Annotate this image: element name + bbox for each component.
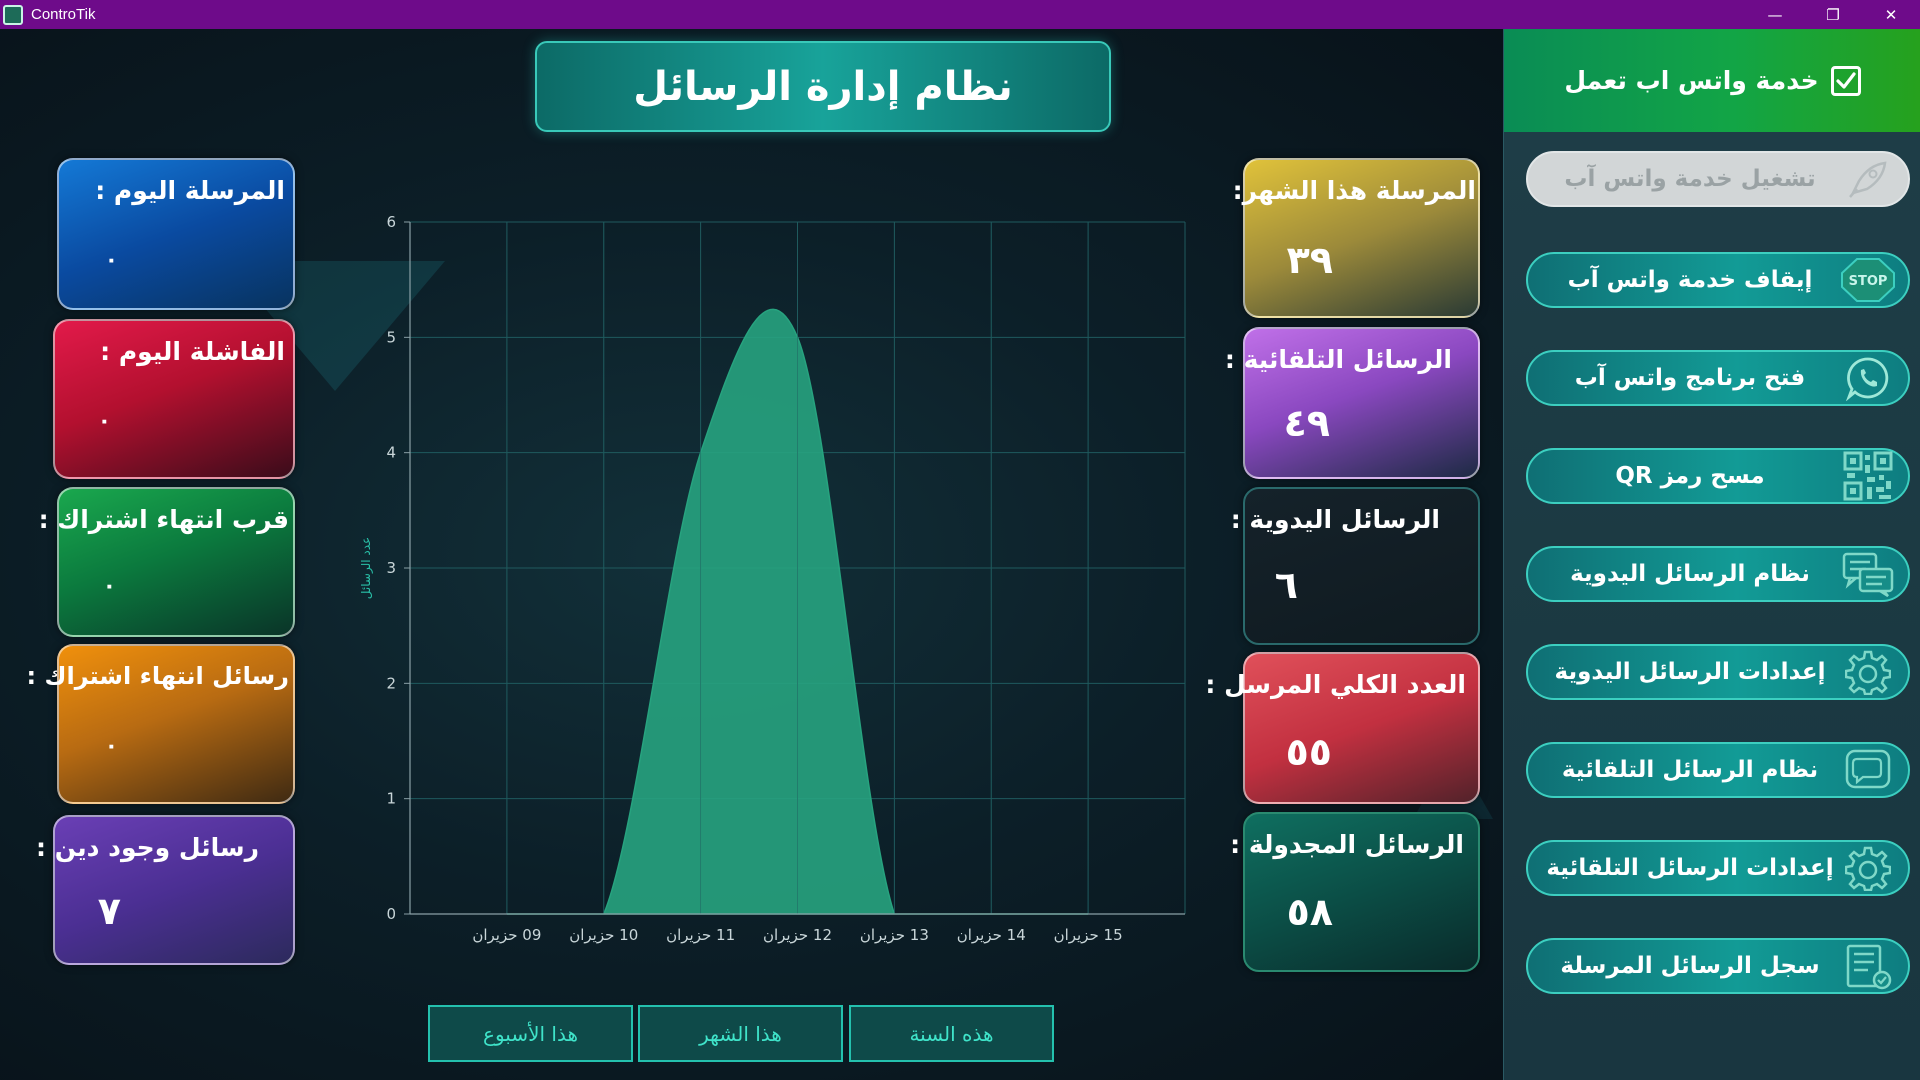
check-icon: [1836, 71, 1856, 89]
stop-icon: STOP: [1834, 254, 1902, 306]
rocket-icon: [1834, 153, 1902, 205]
card-sent-month: المرسلة هذا الشهر: ٣٩: [1233, 158, 1480, 318]
maximize-button[interactable]: ❐: [1804, 0, 1862, 29]
page-title-box: نظام إدارة الرسائل: [535, 41, 1111, 132]
this-month-button[interactable]: هذا الشهر: [638, 1005, 843, 1062]
chart-svg: 0 1 2 3 4 5 6 09 حزيران 10 حزيران 11 حزيران 12 حزي…: [359, 213, 1186, 944]
card-value: ٥٥: [1285, 730, 1332, 774]
app-logo-icon: [3, 4, 23, 25]
log-list-icon: [1834, 940, 1902, 992]
button-label: إعدادات الرسائل اليدوية: [1554, 659, 1826, 685]
gear-icon: [1834, 646, 1902, 698]
card-value: ٠: [104, 248, 118, 273]
messages-chart: 0 1 2 3 4 5 6 09 حزيران 10 حزيران 11 حزيران 12 حزي…: [330, 194, 1200, 984]
chart-y-tick-label: 4: [386, 444, 396, 462]
window-title: ControTik: [31, 6, 96, 23]
card-auto-messages: الرسائل التلقائية : ٤٩: [1225, 327, 1480, 479]
card-value: ٧: [97, 889, 121, 933]
gear-icon: [1834, 842, 1902, 894]
scan-qr-button[interactable]: مسح رمز QR: [1526, 448, 1910, 504]
chart-y-tick-label: 6: [386, 213, 396, 231]
page-title: نظام إدارة الرسائل: [633, 63, 1013, 110]
card-label: رسائل انتهاء اشتراك :: [26, 662, 289, 690]
card-label: العدد الكلي المرسل :: [1205, 670, 1466, 699]
service-status-label: خدمة واتس اب تعمل: [1564, 66, 1819, 95]
chart-x-tick-label: 09 حزيران: [472, 926, 541, 944]
close-button[interactable]: ✕: [1862, 0, 1920, 29]
auto-messages-button[interactable]: نظام الرسائل التلقائية: [1526, 742, 1910, 798]
sent-log-button[interactable]: سجل الرسائل المرسلة: [1526, 938, 1910, 994]
card-value: ٣٩: [1286, 238, 1333, 282]
qr-code-icon: [1834, 450, 1902, 502]
button-label: تشغيل خدمة واتس آب: [1564, 166, 1816, 192]
card-near-expiry: قرب انتهاء اشتراك : ٠: [39, 487, 295, 637]
main-area: نظام إدارة الرسائل المرسلة اليوم : ٠ الف…: [0, 29, 1503, 1080]
window-controls: — ❐ ✕: [1746, 0, 1920, 29]
chart-y-tick-label: 3: [386, 559, 396, 577]
window-titlebar: ControTik — ❐ ✕: [0, 0, 1920, 29]
this-year-button[interactable]: هذه السنة: [849, 1005, 1054, 1062]
button-label: فتح برنامج واتس آب: [1574, 365, 1806, 391]
chart-x-tick-label: 11 حزيران: [666, 926, 735, 944]
chart-x-tick-label: 15 حزيران: [1054, 926, 1123, 944]
card-label: المرسلة هذا الشهر:: [1232, 176, 1476, 205]
card-sent-today: المرسلة اليوم : ٠: [57, 158, 295, 310]
start-whatsapp-button[interactable]: تشغيل خدمة واتس آب: [1526, 151, 1910, 207]
card-label: رسائل وجود دين :: [36, 833, 259, 862]
whatsapp-icon: [1834, 352, 1902, 404]
card-value: ٤٩: [1283, 401, 1330, 445]
manual-settings-button[interactable]: إعدادات الرسائل اليدوية: [1526, 644, 1910, 700]
card-value: ٦: [1274, 563, 1298, 607]
card-label: الرسائل اليدوية :: [1230, 505, 1440, 534]
button-label: نظام الرسائل اليدوية: [1570, 561, 1810, 587]
card-expiry-messages: رسائل انتهاء اشتراك : ٠: [27, 644, 295, 804]
manual-messages-button[interactable]: نظام الرسائل اليدوية: [1526, 546, 1910, 602]
service-status: خدمة واتس اب تعمل: [1504, 29, 1920, 132]
chat-messages-icon: [1834, 548, 1902, 600]
auto-settings-button[interactable]: إعدادات الرسائل التلقائية: [1526, 840, 1910, 896]
chart-y-tick-label: 1: [386, 790, 396, 808]
button-label: إعدادات الرسائل التلقائية: [1546, 855, 1834, 881]
card-label: قرب انتهاء اشتراك :: [38, 505, 289, 534]
card-manual-messages: الرسائل اليدوية : ٦: [1231, 487, 1480, 645]
card-scheduled: الرسائل المجدولة : ٥٨: [1230, 812, 1480, 972]
chart-y-tick-label: 5: [386, 328, 396, 346]
this-week-button[interactable]: هذا الأسبوع: [428, 1005, 633, 1062]
sidebar: خدمة واتس اب تعمل تشغيل خدمة واتس آب STO…: [1503, 29, 1920, 1080]
card-debt-messages: رسائل وجود دين : ٧: [36, 815, 295, 965]
button-label: سجل الرسائل المرسلة: [1560, 953, 1820, 979]
chart-y-tick-label: 0: [386, 905, 396, 923]
chart-x-tick-label: 10 حزيران: [569, 926, 638, 944]
status-checkbox[interactable]: [1830, 65, 1861, 96]
chart-y-axis-label: عدد الرسائل: [359, 537, 374, 599]
card-total-sent: العدد الكلي المرسل : ٥٥: [1205, 652, 1480, 804]
card-value: ٠: [104, 734, 118, 759]
svg-text:STOP: STOP: [1849, 274, 1888, 289]
card-label: الفاشلة اليوم :: [100, 337, 285, 366]
card-value: ٠: [97, 409, 111, 434]
card-failed-today: الفاشلة اليوم : ٠: [53, 319, 295, 479]
stop-whatsapp-button[interactable]: STOP إيقاف خدمة واتس آب: [1526, 252, 1910, 308]
card-value: ٥٨: [1286, 890, 1333, 934]
card-label: المرسلة اليوم :: [95, 176, 285, 205]
chart-x-tick-label: 13 حزيران: [860, 926, 929, 944]
chart-x-tick-label: 12 حزيران: [763, 926, 832, 944]
button-label: مسح رمز QR: [1615, 463, 1765, 489]
card-value: ٠: [102, 574, 116, 599]
minimize-button[interactable]: —: [1746, 0, 1804, 29]
button-label: نظام الرسائل التلقائية: [1561, 757, 1819, 783]
chat-bubble-icon: [1834, 744, 1902, 796]
chart-x-tick-label: 14 حزيران: [957, 926, 1026, 944]
card-label: الرسائل المجدولة :: [1230, 830, 1464, 859]
card-label: الرسائل التلقائية :: [1224, 345, 1452, 374]
open-whatsapp-button[interactable]: فتح برنامج واتس آب: [1526, 350, 1910, 406]
chart-y-tick-label: 2: [386, 674, 396, 692]
button-label: إيقاف خدمة واتس آب: [1567, 267, 1813, 293]
